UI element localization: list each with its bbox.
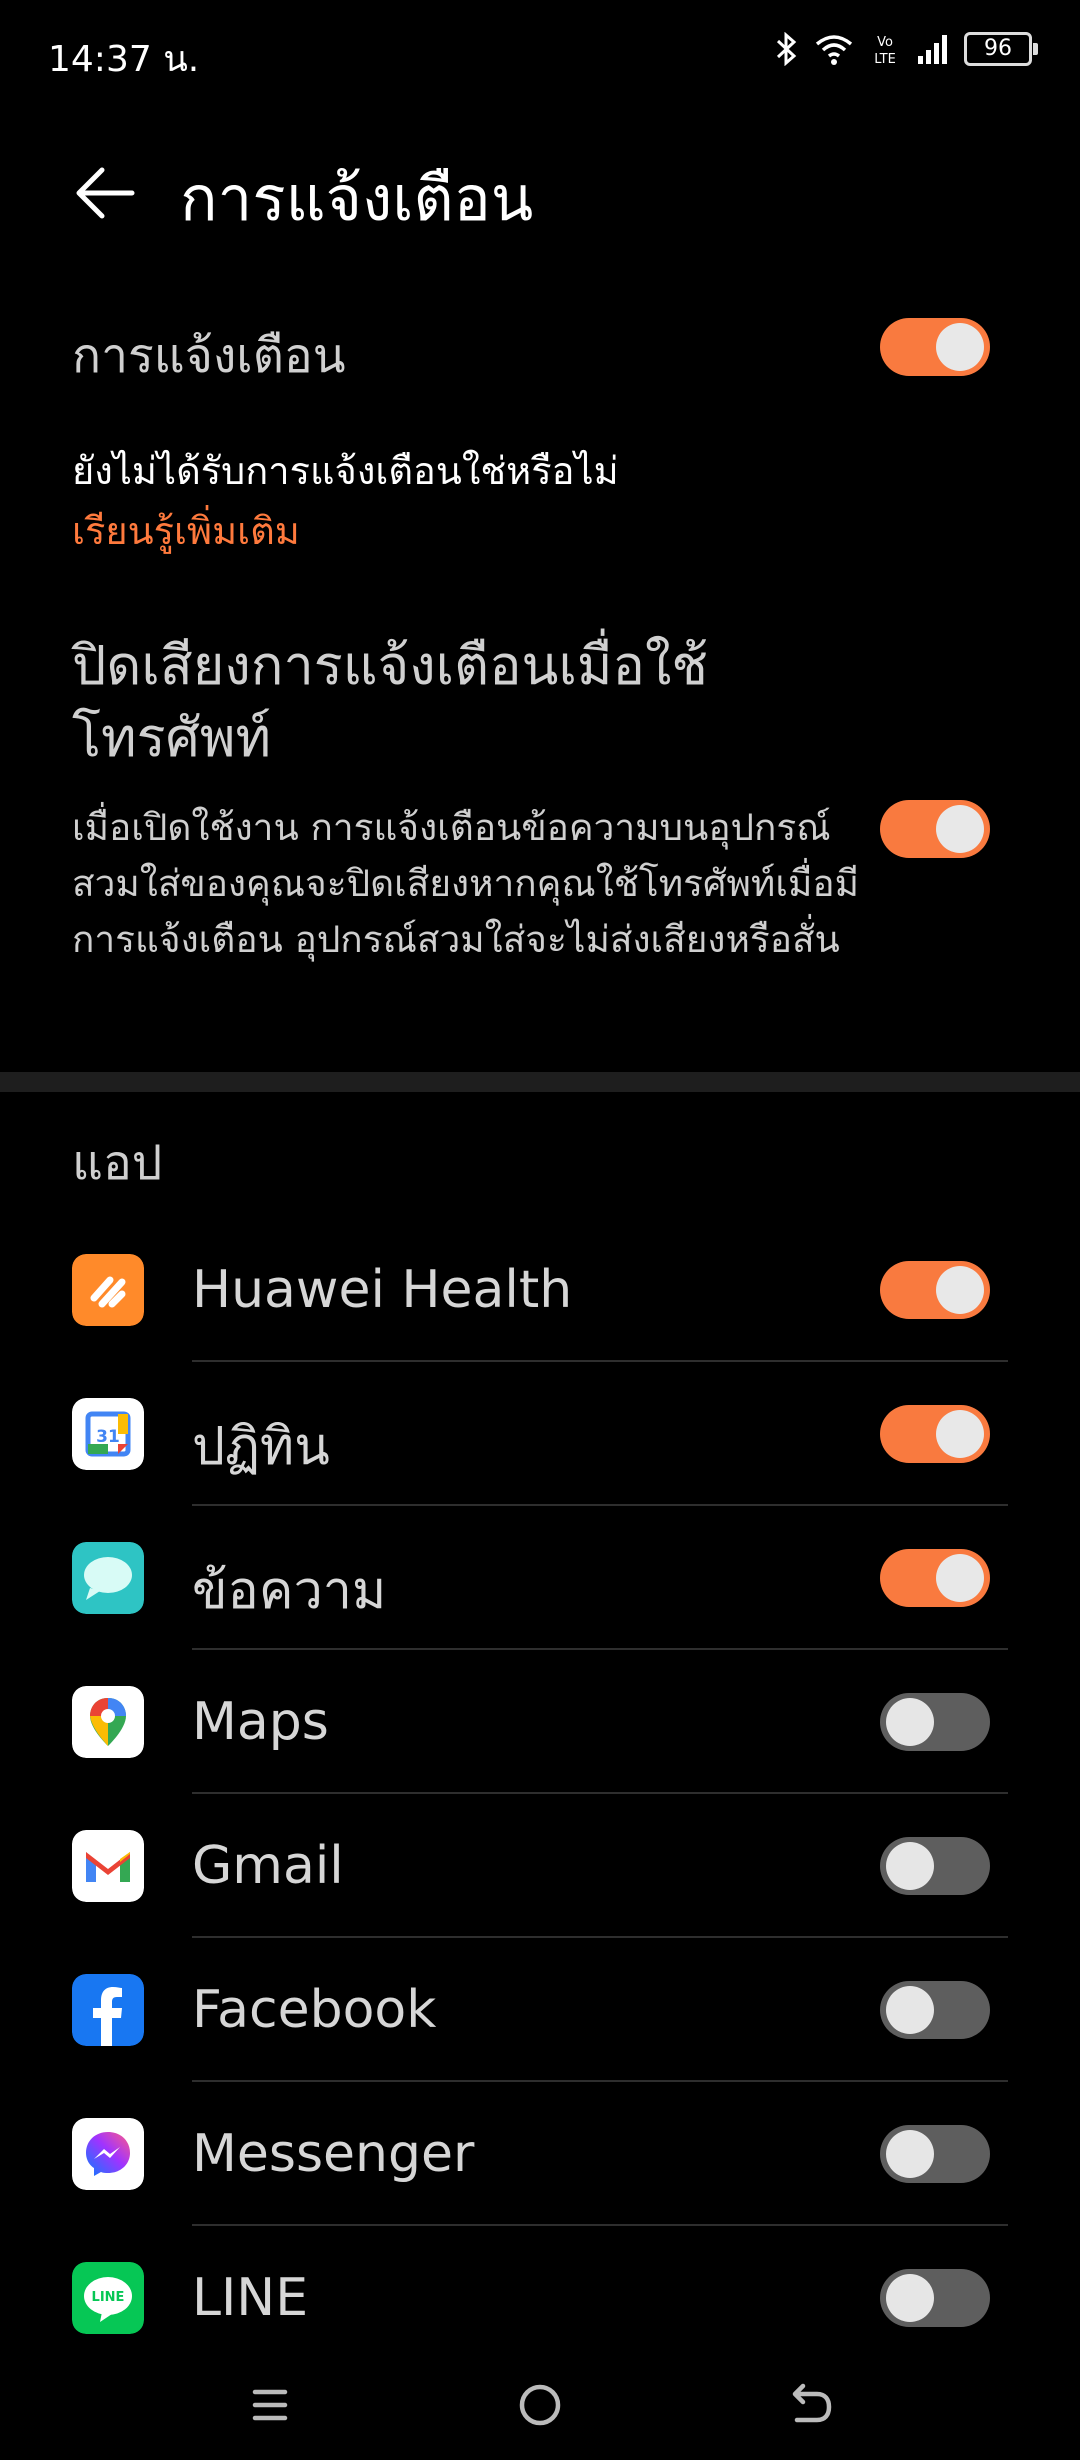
app-row-line[interactable]: LINE LINE [0, 2226, 1080, 2370]
app-row-maps[interactable]: Maps [0, 1650, 1080, 1794]
status-time: 14:37 น. [48, 39, 200, 80]
app-name: ข้อความ [192, 1561, 387, 1621]
app-name: Maps [192, 1692, 329, 1752]
status-icons: Vo LTE 96 [774, 32, 1038, 66]
back-arrow-icon [76, 167, 135, 219]
svg-text:LINE: LINE [92, 2290, 125, 2305]
gmail-icon [72, 1830, 144, 1902]
app-row-messenger[interactable]: Messenger [0, 2082, 1080, 2226]
toggle-knob [936, 805, 984, 853]
battery-indicator: 96 [964, 32, 1038, 66]
toggle-knob [936, 1266, 984, 1314]
notifications-toggle[interactable] [880, 318, 990, 376]
signal-icon [918, 35, 947, 64]
back-nav-button[interactable] [775, 2370, 845, 2440]
app-toggle-huawei-health[interactable] [880, 1261, 990, 1319]
home-button[interactable] [505, 2370, 575, 2440]
facebook-icon [72, 1974, 144, 2046]
app-toggle-line[interactable] [880, 2269, 990, 2327]
home-circle-icon [519, 2384, 561, 2426]
section-divider [0, 1072, 1080, 1092]
page-title: การแจ้งเตือน [180, 162, 534, 235]
app-row-gmail[interactable]: Gmail [0, 1794, 1080, 1938]
app-name: Huawei Health [192, 1260, 573, 1320]
status-bar: 14:37 น. Vo LTE 96 [0, 0, 1080, 110]
learn-more-link[interactable]: เรียนรู้เพิ่มเติม [72, 500, 300, 561]
apps-section-label: แอป [72, 1135, 163, 1191]
app-toggle-maps[interactable] [880, 1693, 990, 1751]
notifications-label: การแจ้งเตือน [72, 328, 346, 384]
svg-text:31: 31 [96, 1427, 120, 1447]
app-row-calendar[interactable]: 31 ปฏิทิน [0, 1362, 1080, 1506]
maps-icon [72, 1686, 144, 1758]
toggle-knob [936, 1554, 984, 1602]
toggle-knob [886, 2274, 934, 2322]
app-name: ปฏิทิน [192, 1417, 330, 1477]
huawei-health-icon [72, 1254, 144, 1326]
back-button[interactable] [70, 158, 140, 228]
volte-icon: Vo LTE [874, 35, 896, 66]
app-name: Facebook [192, 1980, 437, 2040]
messages-icon [72, 1542, 144, 1614]
app-row-messages[interactable]: ข้อความ [0, 1506, 1080, 1650]
app-name: Messenger [192, 2124, 475, 2184]
toggle-knob [886, 1698, 934, 1746]
toggle-knob [936, 323, 984, 371]
calendar-icon: 31 [72, 1398, 144, 1470]
app-name: LINE [192, 2268, 309, 2328]
mute-title: ปิดเสียงการแจ้งเตือนเมื่อใช้โทรศัพท์ [72, 634, 708, 769]
app-name: Gmail [192, 1836, 344, 1896]
svg-text:Vo: Vo [877, 35, 893, 50]
menu-icon [252, 2389, 288, 2421]
app-row-facebook[interactable]: Facebook [0, 1938, 1080, 2082]
messenger-icon [72, 2118, 144, 2190]
svg-text:LTE: LTE [874, 52, 896, 66]
navigation-bar [0, 2350, 1080, 2460]
mute-description: เมื่อเปิดใช้งาน การแจ้งเตือนข้อความบนอุป… [72, 806, 859, 961]
app-header: การแจ้งเตือน [0, 140, 1080, 260]
app-toggle-facebook[interactable] [880, 1981, 990, 2039]
app-toggle-gmail[interactable] [880, 1837, 990, 1895]
app-toggle-messenger[interactable] [880, 2125, 990, 2183]
toggle-knob [886, 2130, 934, 2178]
notifications-info: ยังไม่ได้รับการแจ้งเตือนใช่หรือไม่ [72, 449, 619, 493]
mute-toggle[interactable] [880, 800, 990, 858]
toggle-knob [936, 1410, 984, 1458]
menu-button[interactable] [235, 2370, 305, 2440]
bluetooth-icon [776, 32, 797, 66]
app-row-huawei-health[interactable]: Huawei Health [0, 1218, 1080, 1362]
toggle-knob [886, 1842, 934, 1890]
app-toggle-messages[interactable] [880, 1549, 990, 1607]
wifi-icon [815, 35, 853, 65]
back-nav-icon [792, 2383, 832, 2423]
toggle-knob [886, 1986, 934, 2034]
line-icon: LINE [72, 2262, 144, 2334]
app-toggle-calendar[interactable] [880, 1405, 990, 1463]
